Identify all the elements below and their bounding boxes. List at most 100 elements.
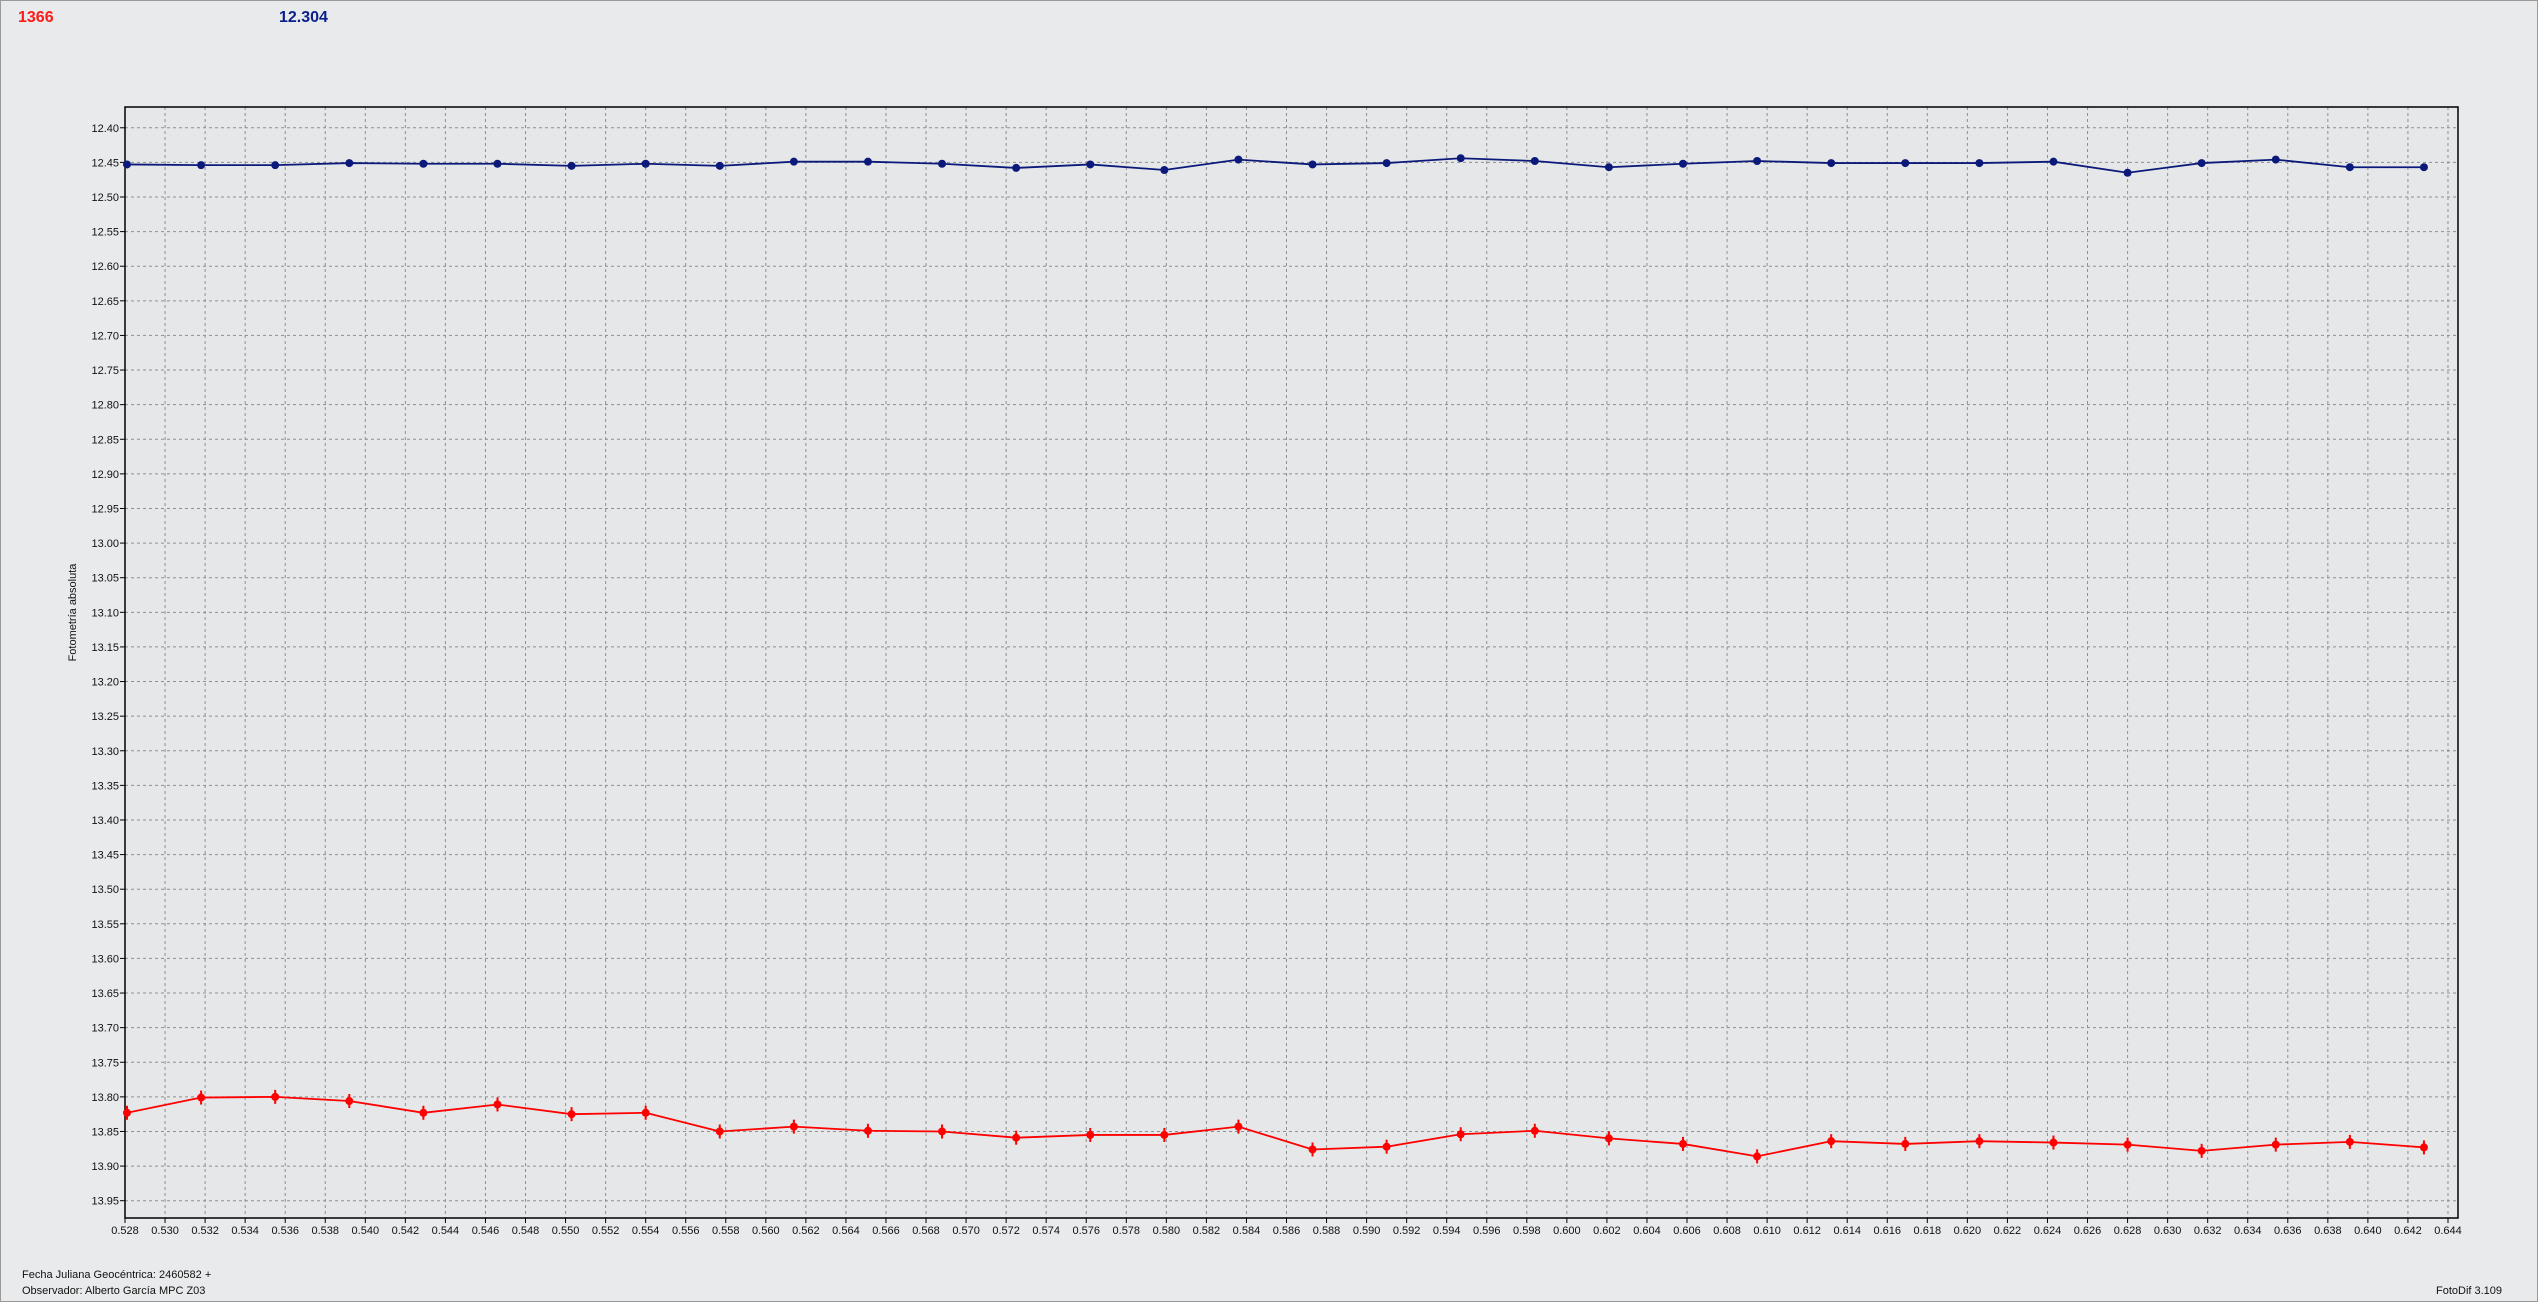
y-tick-label: 13.65: [91, 988, 119, 1000]
version-label: FotoDif 3.109: [2436, 1285, 2503, 1297]
y-tick-label: 12.75: [91, 365, 119, 377]
series-1-point: [863, 1126, 872, 1135]
x-tick-label: 0.614: [1833, 1225, 1861, 1237]
series-0-point: [1827, 159, 1836, 168]
x-tick-label: 0.530: [151, 1225, 179, 1237]
y-tick-label: 13.30: [91, 746, 119, 758]
x-tick-label: 0.634: [2234, 1225, 2262, 1237]
series-0-point: [938, 159, 947, 168]
plot-area: [125, 107, 2458, 1218]
series-0-point: [2271, 155, 2280, 164]
x-tick-label: 0.558: [712, 1225, 740, 1237]
x-tick-label: 0.546: [472, 1225, 500, 1237]
series-1-point: [2271, 1140, 2280, 1149]
series-0-point: [1234, 155, 1243, 164]
series-1-point: [938, 1127, 947, 1136]
series-1-point: [1456, 1130, 1465, 1139]
x-tick-label: 0.550: [552, 1225, 580, 1237]
y-axis-label: Fotometría absoluta: [67, 563, 79, 662]
x-tick-label: 0.618: [1914, 1225, 1942, 1237]
series-0-point: [2049, 157, 2058, 166]
x-tick-label: 0.620: [1954, 1225, 1982, 1237]
x-tick-label: 0.628: [2114, 1225, 2142, 1237]
x-tick-label: 0.644: [2434, 1225, 2462, 1237]
x-tick-label: 0.584: [1233, 1225, 1261, 1237]
series-1-point: [1382, 1142, 1391, 1151]
x-tick-label: 0.534: [231, 1225, 259, 1237]
series-0-point: [2345, 163, 2354, 172]
x-tick-label: 0.612: [1793, 1225, 1821, 1237]
x-tick-label: 0.592: [1393, 1225, 1421, 1237]
x-tick-label: 0.626: [2074, 1225, 2102, 1237]
x-tick-label: 0.532: [191, 1225, 219, 1237]
series-0-point: [1086, 160, 1095, 169]
series-0-point: [1975, 159, 1984, 168]
y-tick-label: 13.25: [91, 711, 119, 723]
x-tick-label: 0.610: [1753, 1225, 1781, 1237]
series-0-point: [2419, 163, 2428, 172]
x-tick-label: 0.642: [2394, 1225, 2422, 1237]
series-1-point: [567, 1110, 576, 1119]
y-tick-label: 12.45: [91, 157, 119, 169]
series-1-point: [419, 1108, 428, 1117]
x-tick-label: 0.624: [2034, 1225, 2062, 1237]
x-tick-label: 0.548: [512, 1225, 540, 1237]
y-tick-label: 12.85: [91, 434, 119, 446]
series-1-point: [641, 1108, 650, 1117]
y-tick-label: 13.75: [91, 1057, 119, 1069]
series-1-point: [2049, 1138, 2058, 1147]
series-0-point: [1604, 163, 1613, 172]
x-tick-label: 0.586: [1273, 1225, 1301, 1237]
y-tick-label: 13.35: [91, 780, 119, 792]
y-tick-label: 12.80: [91, 400, 119, 412]
y-tick-label: 13.70: [91, 1023, 119, 1035]
x-tick-label: 0.570: [952, 1225, 980, 1237]
x-tick-label: 0.574: [1032, 1225, 1060, 1237]
y-tick-label: 13.50: [91, 884, 119, 896]
series-1-point: [1901, 1139, 1910, 1148]
light-curve-chart[interactable]: 0.528 0.530 0.532 0.534 0.536 0.538 0.540 0.542…: [0, 0, 2538, 1302]
x-tick-label: 0.608: [1713, 1225, 1741, 1237]
y-tick-label: 13.85: [91, 1126, 119, 1138]
series-1-point: [715, 1127, 724, 1136]
x-tick-label: 0.596: [1473, 1225, 1501, 1237]
x-tick-label: 0.556: [672, 1225, 700, 1237]
x-tick-label: 0.636: [2274, 1225, 2302, 1237]
series-0-point: [863, 157, 872, 166]
series-0-point: [641, 159, 650, 168]
x-tick-label: 0.600: [1553, 1225, 1581, 1237]
x-tick-label: 0.582: [1193, 1225, 1221, 1237]
series-0-point: [1679, 159, 1688, 168]
series-0-point: [2197, 159, 2206, 168]
series-0-point: [1012, 163, 1021, 172]
x-tick-label: 0.606: [1673, 1225, 1701, 1237]
series-1-point: [2345, 1137, 2354, 1146]
observer-label: Observador: Alberto García MPC Z03: [22, 1285, 206, 1297]
x-tick-label: 0.578: [1113, 1225, 1141, 1237]
x-tick-label: 0.562: [792, 1225, 820, 1237]
x-tick-label: 0.594: [1433, 1225, 1461, 1237]
y-tick-label: 12.65: [91, 296, 119, 308]
y-tick-label: 13.20: [91, 677, 119, 689]
y-tick-label: 12.50: [91, 192, 119, 204]
x-tick-label: 0.632: [2194, 1225, 2222, 1237]
y-tick-label: 12.95: [91, 503, 119, 515]
x-tick-label: 0.560: [752, 1225, 780, 1237]
julian-date-label: Fecha Juliana Geocéntrica: 2460582 +: [22, 1269, 212, 1281]
series-0-point: [1160, 165, 1169, 174]
y-tick-label: 13.90: [91, 1161, 119, 1173]
x-tick-label: 0.538: [311, 1225, 339, 1237]
series-1-point: [1308, 1145, 1317, 1154]
series-0-point: [345, 159, 354, 168]
series-1-point: [1753, 1152, 1762, 1161]
series-0-point: [1530, 156, 1539, 165]
x-tick-label: 0.622: [1994, 1225, 2022, 1237]
x-tick-label: 0.580: [1153, 1225, 1181, 1237]
y-tick-label: 13.40: [91, 815, 119, 827]
series-0-point: [2123, 168, 2132, 177]
y-tick-label: 12.60: [91, 261, 119, 273]
x-tick-label: 0.640: [2354, 1225, 2382, 1237]
series-0-point: [789, 157, 798, 166]
series-0-point: [1382, 159, 1391, 168]
series-0-point: [271, 161, 280, 170]
